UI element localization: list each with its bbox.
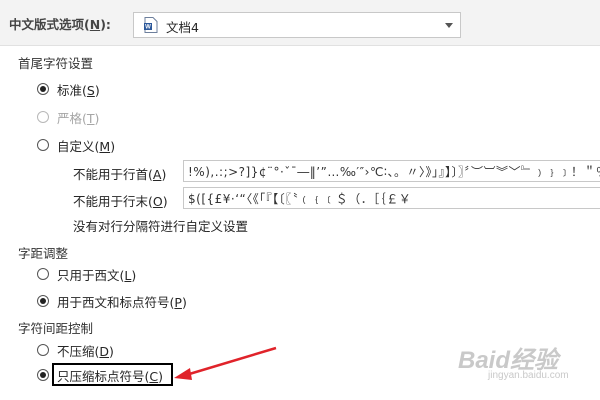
not-first-label: 不能用于行首(A) xyxy=(73,167,167,182)
radio-custom[interactable] xyxy=(37,139,49,151)
radio-no-compress-label[interactable]: 不压缩(D) xyxy=(57,341,114,360)
radio-custom-label[interactable]: 自定义(M) xyxy=(57,136,115,155)
radio-western-only-label[interactable]: 只用于西文(L) xyxy=(57,265,136,284)
watermark-url: jingyan.baidu.com xyxy=(488,370,569,381)
options-header: 中文版式选项(N): W 文档4 xyxy=(0,0,600,46)
not-last-label: 不能用于行末(O) xyxy=(73,194,168,209)
not-last-chars-value: $([{£¥·‘“〈《「『【〔〖〝﹙﹛﹝＄（．［｛￡￥ xyxy=(188,192,412,206)
not-first-chars-value: !%),.:;>?]}¢¨°·ˇˉ―‖’”…‰′″›℃∶、。〃〉》」』】〕〗〞︶… xyxy=(188,165,600,179)
not-first-chars-input[interactable]: !%),.:;>?]}¢¨°·ˇˉ―‖’”…‰′″›℃∶、。〃〉》」』】〕〗〞︶… xyxy=(183,160,600,182)
radio-western-only[interactable] xyxy=(37,268,49,280)
word-document-icon: W xyxy=(144,17,158,33)
radio-western-and-punctuation[interactable] xyxy=(37,295,49,307)
annotation-arrow-icon xyxy=(174,346,277,380)
radio-strict xyxy=(37,111,49,123)
svg-text:W: W xyxy=(145,25,151,31)
radio-western-and-punctuation-label[interactable]: 用于西文和标点符号(P) xyxy=(57,292,187,311)
not-last-chars-input[interactable]: $([{£¥·‘“〈《「『【〔〖〝﹙﹛﹝＄（．［｛￡￥ xyxy=(183,187,600,209)
radio-compress-punctuation[interactable] xyxy=(37,369,49,381)
line-break-section-title: 首尾字符设置 xyxy=(18,56,94,71)
document-selector-label: 中文版式选项(N): xyxy=(9,17,111,32)
radio-no-compress[interactable] xyxy=(37,344,49,356)
spacing-section-title: 字符间距控制 xyxy=(18,321,94,336)
radio-strict-label: 严格(T) xyxy=(57,111,100,126)
chevron-down-icon[interactable] xyxy=(445,23,453,28)
radio-standard-label[interactable]: 标准(S) xyxy=(57,80,100,99)
document-select[interactable]: W 文档4 xyxy=(133,12,461,38)
radio-standard[interactable] xyxy=(37,83,49,95)
kerning-section-title: 字距调整 xyxy=(18,246,69,261)
highlight-box xyxy=(52,363,173,386)
document-name: 文档4 xyxy=(166,20,199,35)
custom-note: 没有对行分隔符进行自定义设置 xyxy=(73,219,249,234)
